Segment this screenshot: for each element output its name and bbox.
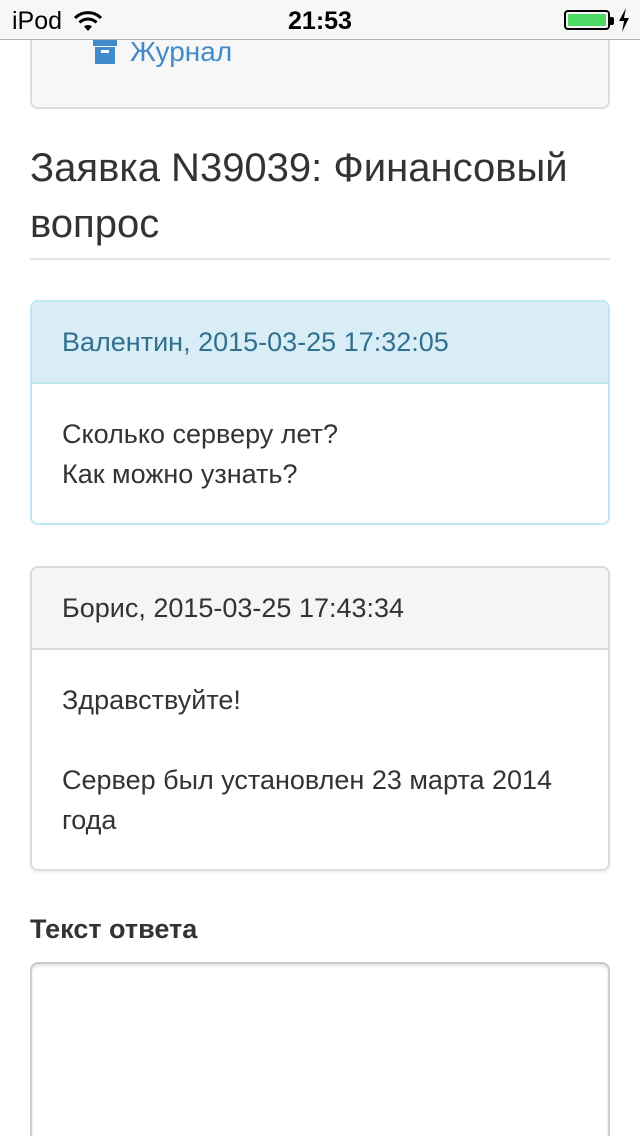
message-panel: Борис, 2015-03-25 17:43:34 Здравствуйте!… — [30, 566, 610, 871]
journal-link[interactable]: Журнал — [92, 36, 232, 68]
battery-icon — [564, 10, 614, 30]
message-line: Сервер был установлен 23 марта 2014 года — [62, 765, 553, 835]
battery-level — [568, 14, 606, 26]
status-bar: iPod 21:53 — [0, 0, 640, 40]
archive-icon — [93, 40, 117, 64]
battery-tip — [610, 17, 614, 25]
message-body: Сколько серверу лет? Как можно узнать? — [32, 384, 608, 494]
reply-label: Текст ответа — [30, 914, 198, 944]
message-line: Сколько серверу лет? — [62, 419, 339, 449]
message-body: Здравствуйте! Сервер был установлен 23 м… — [32, 650, 608, 840]
message-panel: Валентин, 2015-03-25 17:32:05 Сколько се… — [30, 300, 610, 525]
reply-textarea[interactable] — [30, 962, 610, 1136]
page-title: Заявка N39039: Финансовый вопрос — [30, 146, 568, 246]
status-time: 21:53 — [288, 7, 352, 35]
message-line: Здравствуйте! — [62, 685, 241, 715]
message-header: Борис, 2015-03-25 17:43:34 — [32, 568, 608, 650]
message-line: Как можно узнать? — [62, 459, 298, 489]
journal-link-label: Журнал — [130, 36, 233, 67]
charging-icon — [619, 8, 629, 32]
title-divider — [30, 258, 610, 260]
message-header: Валентин, 2015-03-25 17:32:05 — [32, 302, 608, 384]
